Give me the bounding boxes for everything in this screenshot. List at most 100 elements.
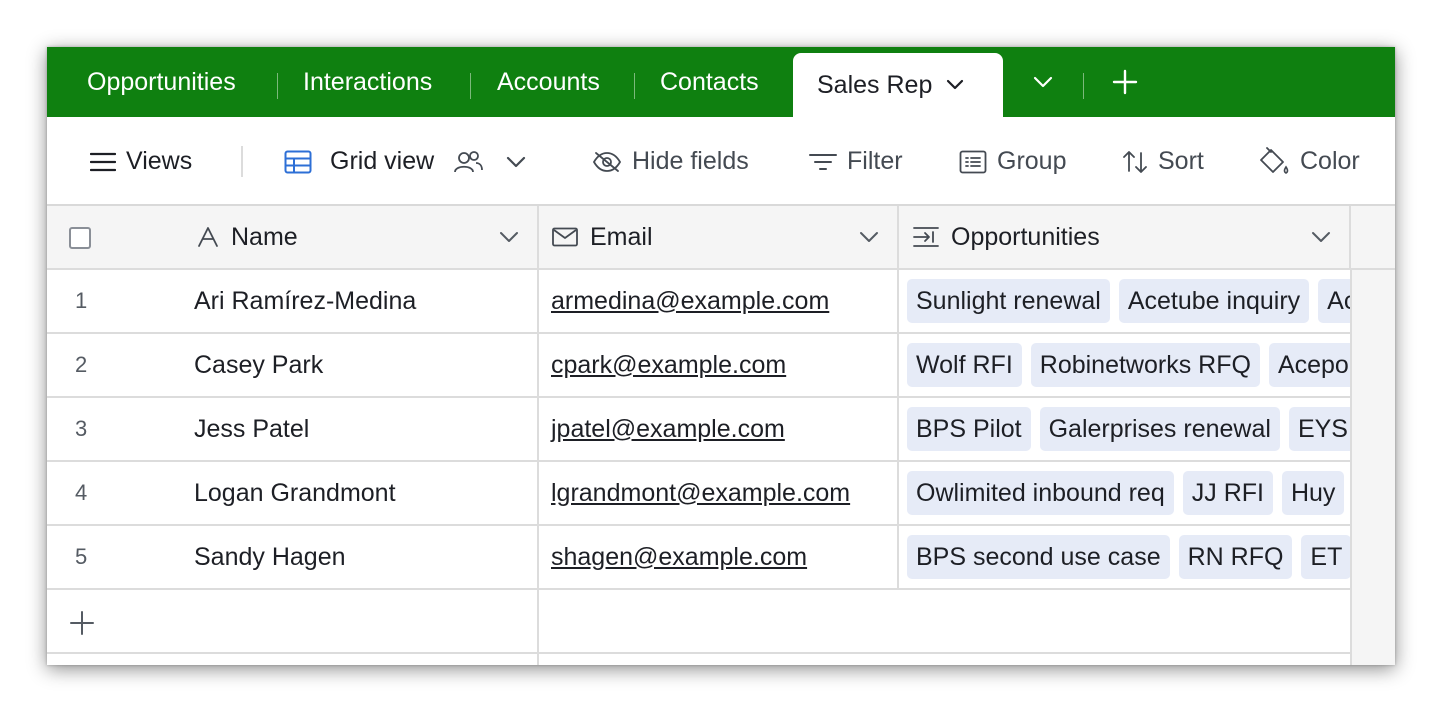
opportunity-chip[interactable]: Huy [1281,471,1345,515]
tab-label: Accounts [497,67,600,96]
chevron-down-icon [1033,76,1053,88]
email-link[interactable]: armedina@example.com [551,270,829,332]
email-link[interactable]: cpark@example.com [551,334,786,396]
add-record-row [47,590,1350,654]
name-cell[interactable]: Ari Ramírez-Medina [194,270,416,332]
tab-accounts[interactable]: Accounts [497,47,600,117]
email-link[interactable]: shagen@example.com [551,526,807,588]
filter-icon [809,152,837,172]
tab-label: Interactions [303,67,433,96]
column-header-label: Email [590,222,653,251]
opportunity-chip[interactable]: Robinetworks RFQ [1030,343,1260,387]
chevron-down-icon[interactable] [859,206,879,268]
sort-label: Sort [1158,147,1204,175]
sort-button[interactable]: Sort [1122,117,1204,206]
add-field-column[interactable] [1350,270,1395,665]
table-row[interactable]: 4 Logan Grandmont lgrandmont@example.com… [47,462,1350,526]
row-number: 4 [75,480,88,505]
opportunity-chip[interactable]: Acetube inquiry [1318,279,1350,323]
collaborators-icon [452,150,484,174]
tab-interactions[interactable]: Interactions [303,47,432,117]
tab-label: Contacts [660,67,759,96]
opportunity-chip[interactable]: Acetube inquiry [1118,279,1310,323]
paint-bucket-icon [1258,146,1290,177]
grid-body: 1 Ari Ramírez-Medina armedina@example.co… [47,270,1350,665]
opportunity-chip[interactable]: Acepoint [1268,343,1350,387]
opportunity-chip[interactable]: Sunlight renewal [907,279,1110,323]
color-button[interactable]: Color [1258,117,1360,206]
opportunities-cell[interactable]: Owlimited inbound req JJ RFI Huy [900,462,1350,524]
group-label: Group [997,147,1067,175]
group-icon [959,150,987,174]
column-header-label: Name [231,222,298,251]
table-row[interactable]: 2 Casey Park cpark@example.com Wolf RFI … [47,334,1350,398]
opportunity-chip[interactable]: JJ RFI [1182,471,1273,515]
row-number: 2 [75,352,88,377]
name-cell[interactable]: Casey Park [194,334,323,396]
table-tab-bar: Opportunities Interactions Accounts Cont… [47,47,1395,117]
column-divider [897,206,899,270]
select-all-checkbox[interactable] [69,227,91,249]
views-label: Views [126,147,193,175]
tab-divider [634,73,635,99]
tab-opportunities[interactable]: Opportunities [87,47,236,117]
opportunities-cell[interactable]: Wolf RFI Robinetworks RFQ Acepoint [900,334,1350,396]
sort-icon [1122,149,1148,175]
table-row[interactable]: 3 Jess Patel jpatel@example.com BPS Pilo… [47,398,1350,462]
row-number: 5 [75,544,88,569]
chevron-down-icon[interactable] [946,79,964,91]
envelope-icon [552,227,578,247]
email-link[interactable]: jpatel@example.com [551,398,785,460]
eye-slash-icon [592,151,622,173]
hide-fields-label: Hide fields [632,147,749,175]
add-table-button[interactable] [1109,47,1141,117]
opportunity-chip[interactable]: Galerprises renewal [1039,407,1280,451]
toolbar-divider [241,146,243,177]
chevron-down-icon[interactable] [499,206,519,268]
tab-label: Sales Rep [817,70,933,99]
opportunity-chip[interactable]: ET [1301,535,1350,579]
tab-sales-rep[interactable]: Sales Rep [793,53,1003,117]
tab-contacts[interactable]: Contacts [660,47,759,117]
more-tables-button[interactable] [1025,47,1061,117]
plus-icon [69,610,95,636]
hide-fields-button[interactable]: Hide fields [592,117,749,206]
add-record-button[interactable] [67,608,97,638]
table-row[interactable]: 1 Ari Ramírez-Medina armedina@example.co… [47,270,1350,334]
grid-view-button[interactable]: Grid view [284,117,526,206]
hamburger-menu-icon [90,152,116,172]
opportunity-chip[interactable]: BPS Pilot [907,407,1031,451]
column-divider [897,270,899,590]
opportunities-cell[interactable]: Sunlight renewal Acetube inquiry Acetube… [900,270,1350,332]
tab-divider [470,73,471,99]
view-toolbar: Views Grid view Hide fields Filter Group… [47,117,1395,206]
table-row[interactable]: 5 Sandy Hagen shagen@example.com BPS sec… [47,526,1350,590]
opportunity-chip[interactable]: Owlimited inbound req [907,471,1174,515]
opportunity-chip[interactable]: EYS [1288,407,1350,451]
column-header-opportunities[interactable]: Opportunities [913,206,1100,268]
opportunity-chip[interactable]: BPS second use case [907,535,1170,579]
opportunities-cell[interactable]: BPS Pilot Galerprises renewal EYS [900,398,1350,460]
group-button[interactable]: Group [959,117,1066,206]
grid-header-row: Name Email Opportunities [47,206,1395,270]
opportunity-chip[interactable]: Wolf RFI [907,343,1022,387]
tab-divider [277,73,278,99]
name-cell[interactable]: Jess Patel [194,398,309,460]
grid-view-icon [284,150,312,174]
views-button[interactable]: Views [90,117,192,206]
grid-view-label: Grid view [330,147,435,175]
email-link[interactable]: lgrandmont@example.com [551,462,850,524]
chevron-down-icon[interactable] [506,156,526,168]
text-field-icon [197,226,219,248]
chevron-down-icon[interactable] [1311,206,1331,268]
column-header-name[interactable]: Name [197,206,298,268]
opportunity-chip[interactable]: RN RFQ [1178,535,1293,579]
column-header-email[interactable]: Email [552,206,653,268]
filter-button[interactable]: Filter [809,117,903,206]
name-cell[interactable]: Logan Grandmont [194,462,396,524]
filter-label: Filter [847,147,903,175]
row-number: 1 [75,288,88,313]
column-header-label: Opportunities [951,222,1100,251]
name-cell[interactable]: Sandy Hagen [194,526,346,588]
opportunities-cell[interactable]: BPS second use case RN RFQ ET [900,526,1350,588]
